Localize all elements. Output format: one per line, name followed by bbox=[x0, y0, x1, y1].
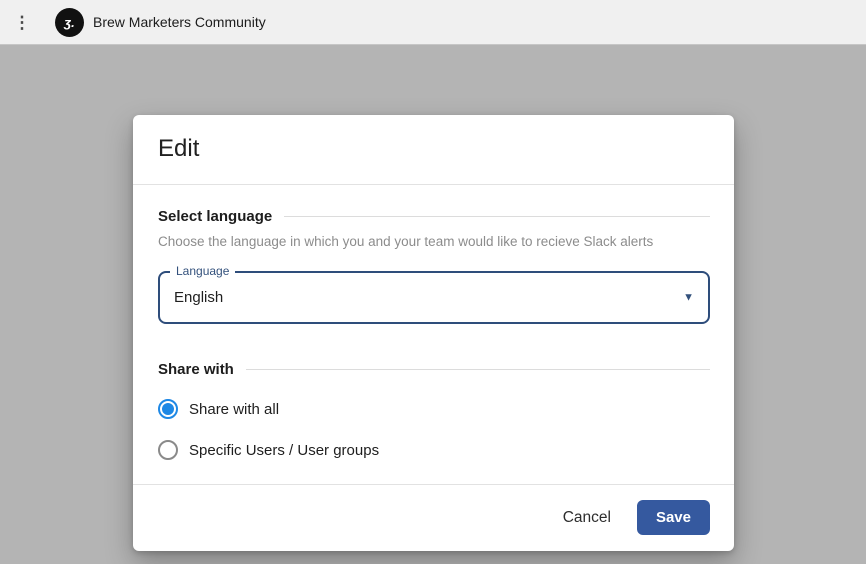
save-button[interactable]: Save bbox=[637, 500, 710, 535]
chevron-down-icon: ▼ bbox=[683, 292, 694, 303]
language-select-label: Language bbox=[170, 264, 235, 278]
language-selected-value: English bbox=[174, 289, 223, 306]
share-section-title: Share with bbox=[158, 361, 234, 378]
radio-option-share-with-all[interactable]: Share with all bbox=[158, 399, 710, 419]
language-section-description: Choose the language in which you and you… bbox=[158, 234, 710, 249]
kebab-menu-icon[interactable]: ⋮ bbox=[0, 14, 44, 31]
radio-option-specific-users[interactable]: Specific Users / User groups bbox=[158, 440, 710, 460]
logo-glyph-icon: ʒ. bbox=[64, 15, 74, 30]
edit-dialog: Edit Select language Choose the language… bbox=[133, 115, 734, 551]
language-select[interactable]: Language English ▼ bbox=[158, 271, 710, 324]
share-section-header: Share with bbox=[158, 361, 710, 378]
divider bbox=[246, 369, 710, 370]
radio-option-label: Share with all bbox=[189, 401, 279, 418]
app-header: ⋮ ʒ. Brew Marketers Community bbox=[0, 0, 866, 45]
dialog-footer: Cancel Save bbox=[133, 484, 734, 551]
dialog-body: Select language Choose the language in w… bbox=[133, 185, 734, 460]
language-section-title: Select language bbox=[158, 208, 272, 225]
divider bbox=[284, 216, 710, 217]
radio-option-label: Specific Users / User groups bbox=[189, 442, 379, 459]
dialog-header: Edit bbox=[133, 115, 734, 185]
radio-button-icon[interactable] bbox=[158, 440, 178, 460]
language-section-header: Select language bbox=[158, 208, 710, 225]
share-section: Share with Share with all Specific Users… bbox=[158, 361, 710, 460]
community-logo[interactable]: ʒ. bbox=[55, 8, 84, 37]
community-name: Brew Marketers Community bbox=[93, 14, 266, 30]
cancel-button[interactable]: Cancel bbox=[563, 509, 611, 527]
dialog-title: Edit bbox=[158, 135, 710, 163]
radio-button-icon[interactable] bbox=[158, 399, 178, 419]
